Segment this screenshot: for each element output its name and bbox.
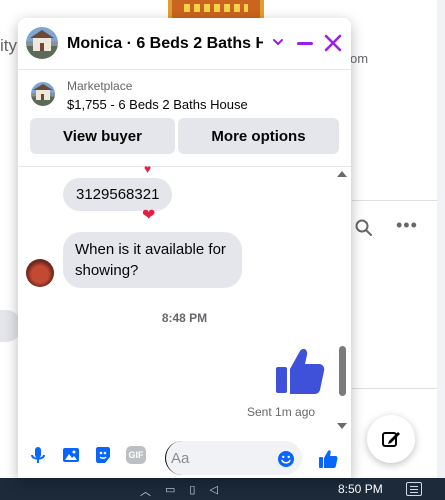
view-buyer-button[interactable]: View buyer <box>30 118 175 154</box>
gif-label: GIF <box>126 446 146 464</box>
chat-title[interactable]: Monica · 6 Beds 2 Baths H... <box>67 35 263 53</box>
scroll-down-icon[interactable] <box>337 423 347 429</box>
battery-icon[interactable]: ▯ <box>189 483 195 499</box>
listing-avatar[interactable] <box>26 27 58 59</box>
minimize-icon[interactable] <box>294 32 316 54</box>
volume-icon[interactable]: ◁ <box>209 483 217 499</box>
timestamp-separator: 8:48 PM <box>161 311 208 325</box>
avatar[interactable] <box>26 259 54 287</box>
chat-scrollbar[interactable] <box>337 166 347 434</box>
network-icon[interactable]: ▭ <box>165 483 175 499</box>
chat-header[interactable]: Monica · 6 Beds 2 Baths H... <box>18 18 351 70</box>
gif-icon[interactable]: GIF <box>125 444 147 466</box>
heart-reaction-icon: ♥ <box>144 162 152 176</box>
message-bubble[interactable]: 3129568321 <box>63 178 173 211</box>
marketplace-label: Marketplace <box>67 79 133 93</box>
scrollbar-thumb[interactable] <box>339 346 346 396</box>
close-icon[interactable] <box>322 32 344 54</box>
thumbs-up-icon[interactable] <box>274 345 326 397</box>
chevron-down-icon[interactable] <box>270 34 286 50</box>
taskbar: ︿ ▭ ▯ ◁ 8:50 PM <box>0 478 445 500</box>
new-message-button[interactable] <box>367 415 415 463</box>
page-scrollbar[interactable] <box>437 0 445 478</box>
background-banner-image <box>168 0 264 20</box>
background-divider <box>352 200 445 201</box>
chat-window: Monica · 6 Beds 2 Baths H... Marketplace… <box>18 18 351 478</box>
image-icon[interactable] <box>60 444 82 466</box>
listing-thumbnail <box>31 82 55 106</box>
emoji-icon[interactable] <box>277 450 295 468</box>
chevron-up-icon[interactable]: ︿ <box>140 483 151 499</box>
notification-icon[interactable] <box>406 482 422 496</box>
background-left-text: ity <box>0 36 17 55</box>
message-bubble[interactable]: When is it available for showing? <box>63 232 242 288</box>
scroll-up-icon[interactable] <box>337 171 347 177</box>
listing-price-title: $1,755 - 6 Beds 2 Baths House <box>67 97 248 112</box>
sent-status: Sent 1m ago <box>247 405 316 419</box>
thumbs-up-icon[interactable] <box>318 449 338 469</box>
heart-reaction-icon[interactable]: ❤ <box>142 205 155 225</box>
background-right-text: om <box>350 51 369 66</box>
taskbar-clock[interactable]: 8:50 PM <box>338 482 383 496</box>
message-composer: GIF <box>18 434 351 478</box>
more-options-button[interactable]: More options <box>178 118 339 154</box>
marketplace-listing[interactable]: Marketplace $1,755 - 6 Beds 2 Baths Hous… <box>18 70 351 116</box>
microphone-icon[interactable] <box>27 444 49 466</box>
message-thread[interactable]: ♥ 3129568321 ❤ When is it available for … <box>18 162 351 434</box>
more-icon[interactable]: ••• <box>396 215 418 236</box>
background-divider <box>352 388 445 389</box>
search-icon[interactable] <box>354 218 374 238</box>
sticker-icon[interactable] <box>92 444 114 466</box>
compose-icon <box>382 432 400 447</box>
taskbar-tray-icons: ︿ ▭ ▯ ◁ <box>140 483 218 499</box>
